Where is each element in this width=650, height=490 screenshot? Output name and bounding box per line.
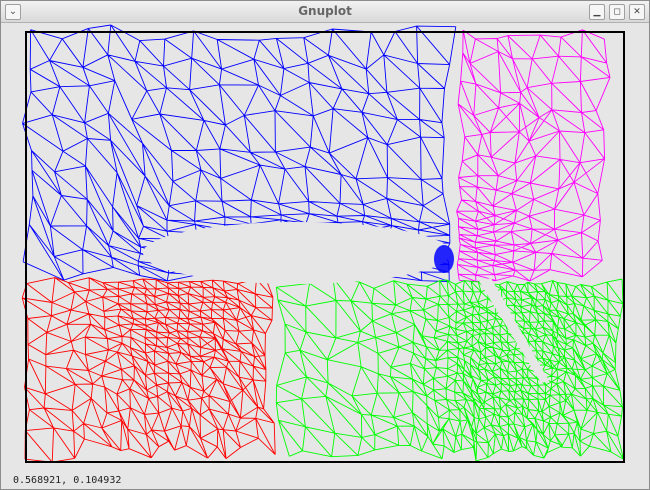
plot-canvas[interactable]: [1, 23, 649, 468]
maximize-button[interactable]: ◻: [609, 4, 625, 20]
mesh-upper-right: [456, 29, 611, 282]
mesh-lower-left: [21, 277, 276, 463]
mesh-lower-right: [275, 277, 625, 462]
mesh-green-lines: [275, 277, 625, 462]
mesh-plot[interactable]: [1, 23, 649, 468]
airfoil-main-element: [143, 222, 451, 284]
mesh-red-lines: [21, 277, 276, 463]
minimize-button[interactable]: ▁: [589, 4, 605, 20]
title-bar[interactable]: ⌄ Gnuplot ▁ ◻ ✕: [1, 1, 649, 23]
airfoil-trailing-cluster: [434, 245, 454, 273]
maximize-icon: ◻: [613, 7, 621, 17]
window-title: Gnuplot: [298, 4, 352, 18]
mesh-magenta-lines: [456, 29, 611, 282]
close-button[interactable]: ✕: [629, 4, 645, 20]
minimize-icon: ▁: [593, 7, 601, 17]
coordinate-readout: 0.568921, 0.104932: [13, 475, 122, 486]
close-icon: ✕: [633, 7, 641, 17]
gnuplot-window: ⌄ Gnuplot ▁ ◻ ✕ 0.568921, 0.104932: [0, 0, 650, 490]
